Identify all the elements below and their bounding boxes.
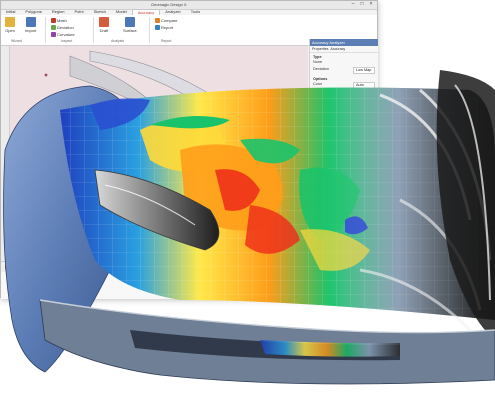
car-bumper-render: [3, 70, 495, 385]
